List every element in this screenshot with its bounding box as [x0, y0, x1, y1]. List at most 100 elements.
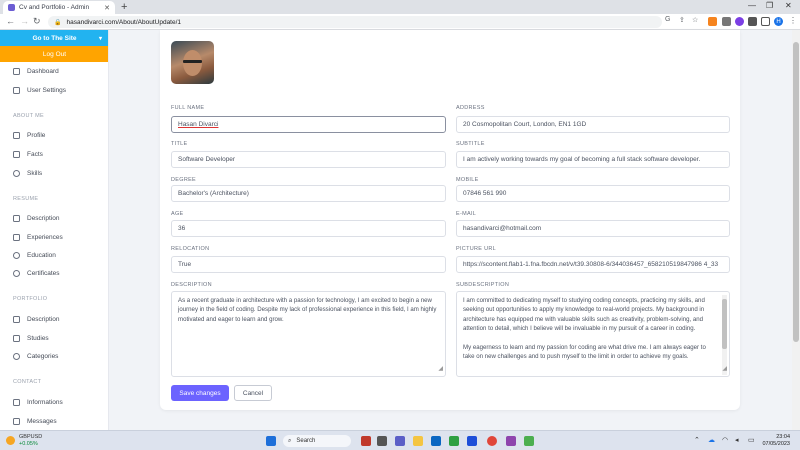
sidebar-item-certificates[interactable]: Certificates: [13, 270, 60, 277]
save-changes-button[interactable]: Save changes: [171, 385, 229, 401]
logout-button[interactable]: Log Out: [0, 46, 108, 62]
sidebar-item-label: Skills: [27, 170, 43, 177]
sidebar-item-skills[interactable]: Skills: [13, 170, 42, 177]
page-scrollbar-thumb[interactable]: [793, 42, 799, 342]
chrome-icon[interactable]: [487, 436, 497, 446]
page-scrollbar[interactable]: [792, 30, 800, 430]
sidebar-item-resume-description[interactable]: Description: [13, 215, 60, 222]
sidebar-item-profile[interactable]: Profile: [13, 132, 45, 139]
sidebar-item-label: Description: [27, 215, 60, 222]
section-title-about-me: ABOUT ME: [13, 113, 45, 119]
browser-tab-strip: Cv and Portfolio - Admin ✕ + — ❐ ✕: [0, 0, 800, 14]
description-label: DESCRIPTION: [171, 282, 212, 288]
face-shape: [183, 50, 202, 76]
widgets-ticker[interactable]: GBPUSD +0.05%: [6, 434, 42, 448]
visual-studio-icon[interactable]: [506, 436, 516, 446]
file-explorer-icon[interactable]: [413, 436, 423, 446]
sidebar-item-label: Experiences: [27, 234, 63, 241]
settings-icon: [13, 252, 20, 259]
share-icon[interactable]: ⇪: [679, 16, 685, 24]
reload-icon[interactable]: ↻: [33, 16, 41, 27]
full-name-value: Hasan Divarci: [178, 121, 219, 128]
taskbar-clock[interactable]: 23:04 07/05/2023: [762, 434, 790, 448]
subtitle-input[interactable]: I am actively working towards my goal of…: [456, 151, 730, 168]
address-bar[interactable]: 🔒 hasandivarci.com/About/AboutUpdate/1: [48, 16, 662, 28]
sidebar-item-dashboard[interactable]: Dashboard: [13, 68, 59, 75]
relocation-input[interactable]: True: [171, 256, 446, 273]
full-name-input[interactable]: Hasan Divarci: [171, 116, 446, 133]
scrollbar-thumb[interactable]: [722, 299, 727, 349]
onedrive-icon[interactable]: ☁: [708, 436, 715, 444]
sidebar-item-categories[interactable]: Categories: [13, 353, 58, 360]
back-icon[interactable]: ←: [6, 16, 15, 26]
metamask-extension-icon[interactable]: [708, 17, 717, 26]
address-input[interactable]: 20 Cosmopolitan Court, London, EN1 1GD: [456, 116, 730, 133]
sidebar-item-user-settings[interactable]: User Settings: [13, 87, 66, 94]
sidebar-item-informations[interactable]: Informations: [13, 399, 63, 406]
sidebar-item-education[interactable]: Education: [13, 252, 56, 259]
browser-menu-icon[interactable]: ⋮: [789, 16, 797, 25]
sidebar-item-portfolio-description[interactable]: Description: [13, 316, 60, 323]
app-icon[interactable]: [449, 436, 459, 446]
home-icon: [13, 87, 20, 94]
sidebar: Go to The Site ▾ Log Out Dashboard User …: [0, 30, 109, 430]
cancel-button[interactable]: Cancel: [234, 385, 272, 401]
clock-date: 07/05/2023: [762, 441, 790, 447]
lock-icon: [13, 151, 20, 158]
battery-icon[interactable]: ▭: [748, 436, 755, 444]
task-view-icon[interactable]: [377, 436, 387, 446]
new-tab-icon[interactable]: +: [121, 1, 127, 13]
wifi-icon[interactable]: ◠: [722, 436, 728, 444]
settings-icon: [13, 170, 20, 177]
resize-handle-icon[interactable]: ◢: [722, 365, 727, 374]
windows-start-icon[interactable]: [266, 436, 276, 446]
bookmark-star-icon[interactable]: ☆: [692, 16, 698, 24]
browser-tab[interactable]: Cv and Portfolio - Admin ✕: [3, 1, 115, 14]
app-icon[interactable]: [361, 436, 371, 446]
app-icon[interactable]: [524, 436, 534, 446]
tab-title: Cv and Portfolio - Admin: [19, 4, 90, 11]
sidebar-item-experiences[interactable]: Experiences: [13, 234, 63, 241]
mobile-input[interactable]: 07846 561 990: [456, 185, 730, 202]
subdescription-value: I am committed to dedicating myself to s…: [463, 297, 706, 361]
show-hidden-icons-icon[interactable]: ⌃: [694, 436, 700, 444]
app-icon[interactable]: [467, 436, 477, 446]
extension-icon[interactable]: [722, 17, 731, 26]
resize-handle-icon[interactable]: ◢: [438, 365, 443, 374]
description-textarea[interactable]: As a recent graduate in architecture wit…: [171, 291, 446, 377]
title-input[interactable]: Software Developer: [171, 151, 446, 168]
description-value: As a recent graduate in architecture wit…: [178, 297, 437, 323]
browser-toolbar: ← → ↻ 🔒 hasandivarci.com/About/AboutUpda…: [0, 14, 800, 30]
go-to-site-label: Go to The Site: [32, 34, 77, 42]
volume-icon[interactable]: ◂: [735, 436, 739, 444]
sidebar-item-label: Profile: [27, 132, 46, 139]
lock-icon: 🔒: [54, 19, 62, 26]
maximize-icon[interactable]: ❐: [766, 1, 773, 10]
clock-time: 23:04: [776, 434, 790, 440]
minimize-icon[interactable]: —: [748, 1, 756, 10]
profile-photo: [171, 41, 214, 84]
email-input[interactable]: hasandivarci@hotmail.com: [456, 220, 730, 237]
url-text: hasandivarci.com/About/AboutUpdate/1: [66, 18, 182, 26]
close-window-icon[interactable]: ✕: [785, 1, 792, 10]
extensions-puzzle-icon[interactable]: [748, 17, 757, 26]
profile-avatar[interactable]: H: [774, 17, 783, 26]
sidebar-item-facts[interactable]: Facts: [13, 151, 43, 158]
forward-icon[interactable]: →: [20, 16, 29, 26]
sidebar-item-studies[interactable]: Studies: [13, 335, 49, 342]
taskbar-search[interactable]: ⌕ Search: [283, 435, 351, 447]
google-lens-icon[interactable]: G: [665, 16, 670, 23]
settings-icon: [13, 270, 20, 277]
side-panel-icon[interactable]: [761, 17, 770, 26]
sidebar-item-messages[interactable]: Messages: [13, 418, 57, 425]
picture-url-input[interactable]: https://scontent.flab1-1.fna.fbcdn.net/v…: [456, 256, 730, 273]
go-to-site-button[interactable]: Go to The Site ▾: [0, 30, 108, 46]
extension-icon[interactable]: [735, 17, 744, 26]
degree-input[interactable]: Bachelor's (Architecture): [171, 185, 446, 202]
mail-icon[interactable]: [431, 436, 441, 446]
age-input[interactable]: 36: [171, 220, 446, 237]
textarea-scrollbar[interactable]: [722, 295, 727, 375]
teams-icon[interactable]: [395, 436, 405, 446]
subdescription-textarea[interactable]: I am committed to dedicating myself to s…: [456, 291, 730, 377]
close-tab-icon[interactable]: ✕: [104, 4, 110, 12]
